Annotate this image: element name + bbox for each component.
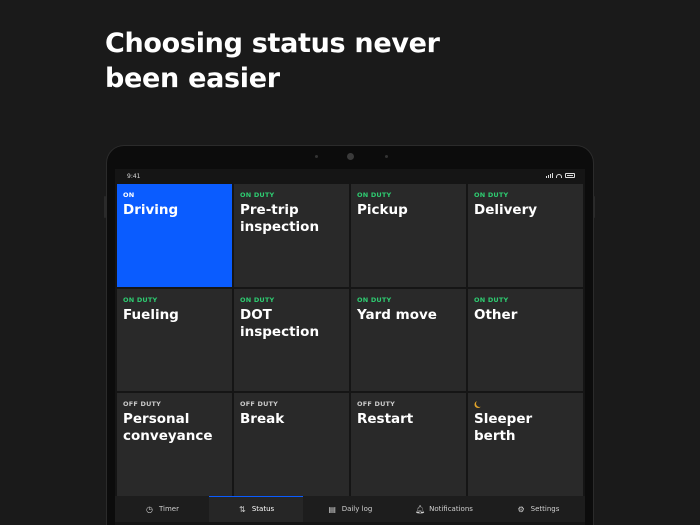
tile-label: Break <box>240 411 285 428</box>
tile-label: DOT inspection <box>240 306 320 340</box>
tile-tag <box>474 400 577 408</box>
tile-label: Fueling <box>123 306 179 323</box>
headline-line-1: Choosing status never <box>105 28 440 59</box>
status-time: 9:41 <box>127 173 141 180</box>
signal-icon <box>546 173 553 178</box>
tile-label: Restart <box>357 411 414 428</box>
wifi-icon <box>556 173 562 178</box>
tab-label: Timer <box>158 505 179 513</box>
tab-label: Daily log <box>341 505 373 513</box>
tile-tag: ON DUTY <box>240 191 275 199</box>
status-tile-yard-move[interactable]: ON DUTY Yard move <box>351 288 466 392</box>
headline-line-2: been easier <box>105 63 280 94</box>
headline: Choosing status never been easier <box>105 26 525 96</box>
timer-icon: ◷ <box>145 504 153 514</box>
tab-settings[interactable]: ⚙ Settings <box>491 496 585 522</box>
tile-label: Other <box>474 306 518 323</box>
camera-icon <box>347 153 354 160</box>
tile-label: Sleeper berth <box>474 411 533 445</box>
status-tile-pickup[interactable]: ON DUTY Pickup <box>351 184 466 287</box>
tile-tag: ON DUTY <box>474 191 509 199</box>
tile-tag: OFF DUTY <box>123 400 162 409</box>
tab-daily-log[interactable]: ▤ Daily log <box>303 496 397 522</box>
status-tile-delivery[interactable]: ON DUTY Delivery <box>468 184 583 287</box>
tile-label: Pickup <box>357 202 408 218</box>
bell-icon: 🔔︎ <box>415 504 426 514</box>
tile-label: Driving <box>123 202 179 218</box>
status-tile-fueling[interactable]: ON DUTY Fueling <box>117 288 232 392</box>
status-bar: 9:41 <box>115 169 585 183</box>
status-grid: ON Driving ON DUTY Pre-trip inspection O… <box>117 184 583 496</box>
log-chart-icon: ▤ <box>328 504 336 514</box>
status-tile-pre-trip-inspection[interactable]: ON DUTY Pre-trip inspection <box>234 184 349 287</box>
status-icons <box>546 173 575 178</box>
tab-status[interactable]: ⇅ Status <box>209 496 303 522</box>
sensor-dot <box>385 155 388 158</box>
status-tile-driving[interactable]: ON Driving <box>117 184 232 287</box>
tile-tag: ON DUTY <box>357 295 392 304</box>
tablet-device: 9:41 ON Driving ON DUTY Pre-trip inspect… <box>104 145 595 525</box>
tile-tag: ON DUTY <box>123 295 158 304</box>
tile-tag: ON DUTY <box>240 295 275 304</box>
tile-tag: ON <box>123 191 135 199</box>
tile-label: Pre-trip inspection <box>240 202 320 235</box>
tile-tag: OFF DUTY <box>357 400 396 409</box>
power-button <box>593 196 595 218</box>
tab-label: Status <box>251 505 275 513</box>
tile-tag: ON DUTY <box>357 191 392 199</box>
tile-tag: OFF DUTY <box>240 400 279 409</box>
status-tile-sleeper-berth[interactable]: Sleeper berth <box>468 393 583 496</box>
sensor-dot <box>315 155 318 158</box>
gear-icon: ⚙ <box>517 504 525 514</box>
moon-icon <box>476 400 483 407</box>
tab-label: Settings <box>530 505 560 513</box>
battery-icon <box>565 173 575 178</box>
tab-label: Notifications <box>429 505 473 513</box>
tab-timer[interactable]: ◷ Timer <box>115 496 209 522</box>
tile-label: Yard move <box>357 306 437 323</box>
status-tile-dot-inspection[interactable]: ON DUTY DOT inspection <box>234 288 349 392</box>
status-tile-break[interactable]: OFF DUTY Break <box>234 393 349 496</box>
tile-label: Delivery <box>474 202 538 218</box>
status-tile-other[interactable]: ON DUTY Other <box>468 288 583 392</box>
status-tile-restart[interactable]: OFF DUTY Restart <box>351 393 466 496</box>
bottom-tab-bar: ◷ Timer ⇅ Status ▤ Daily log 🔔︎ Notifica… <box>115 496 585 522</box>
swap-icon: ⇅ <box>238 504 246 514</box>
app-screen: 9:41 ON Driving ON DUTY Pre-trip inspect… <box>115 169 585 525</box>
tile-tag: ON DUTY <box>474 295 509 304</box>
status-tile-personal-conveyance[interactable]: OFF DUTY Personal conveyance <box>117 393 232 496</box>
volume-button <box>104 196 106 218</box>
tab-notifications[interactable]: 🔔︎ Notifications <box>397 496 491 522</box>
tile-label: Personal conveyance <box>123 411 213 445</box>
